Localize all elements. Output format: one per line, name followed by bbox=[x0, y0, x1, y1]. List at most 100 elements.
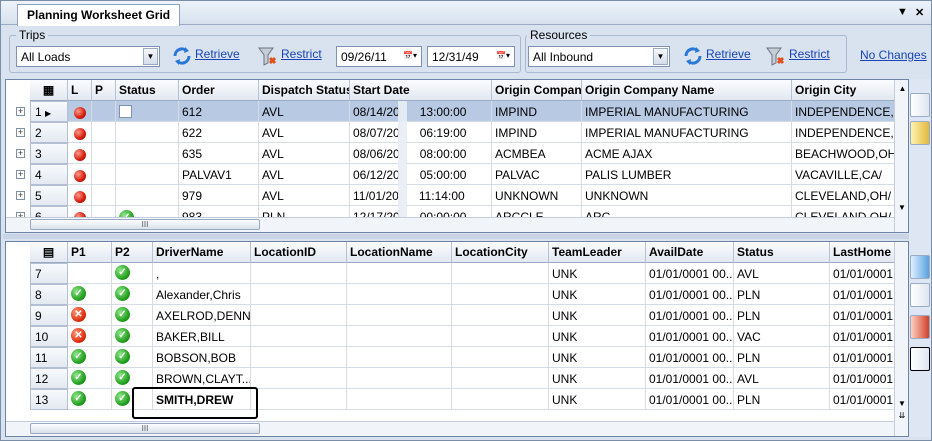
row-header[interactable]: 8 bbox=[30, 284, 68, 305]
table-cell[interactable] bbox=[452, 389, 549, 410]
table-cell[interactable] bbox=[251, 263, 347, 284]
table-cell[interactable]: ✓ bbox=[112, 347, 153, 368]
loads-select[interactable]: All Loads ▼ bbox=[16, 46, 160, 67]
table-cell[interactable]: 01/01/0001 bbox=[830, 389, 896, 410]
table-cell[interactable] bbox=[92, 185, 116, 206]
drivers-horizontal-scrollbar[interactable]: III bbox=[6, 421, 894, 436]
folder-icon[interactable] bbox=[910, 121, 930, 145]
table-cell[interactable]: , bbox=[153, 263, 251, 284]
table-cell[interactable] bbox=[92, 122, 116, 143]
table-cell[interactable]: CLEVELAND,OH/ bbox=[792, 185, 896, 206]
table-cell[interactable]: 01/01/0001 00... bbox=[646, 326, 734, 347]
table-cell[interactable]: AVL bbox=[259, 164, 350, 185]
table-cell[interactable]: PALIS LUMBER bbox=[582, 164, 792, 185]
table-cell[interactable]: AVL bbox=[259, 101, 350, 122]
table-cell[interactable]: 01/01/0001 bbox=[830, 347, 896, 368]
table-cell[interactable]: PLN bbox=[734, 284, 830, 305]
header-p[interactable]: P bbox=[92, 80, 116, 101]
row-header[interactable]: 13 bbox=[30, 389, 68, 410]
table-cell[interactable] bbox=[251, 326, 347, 347]
table-cell[interactable]: 01/01/0001 00... bbox=[646, 368, 734, 389]
table-cell[interactable] bbox=[116, 101, 179, 122]
table-cell[interactable]: INDEPENDENCE,O bbox=[792, 101, 896, 122]
table-cell[interactable]: 01/01/0001 bbox=[830, 305, 896, 326]
end-date-field[interactable]: 12/31/49 📅▾ bbox=[427, 46, 515, 67]
no-changes-link[interactable]: No Changes bbox=[860, 48, 927, 62]
retrieve-icon[interactable] bbox=[171, 45, 193, 67]
table-cell[interactable]: 01/01/0001 00... bbox=[646, 305, 734, 326]
row-header[interactable]: 10 bbox=[30, 326, 68, 347]
header-location-name[interactable]: LocationName bbox=[347, 242, 452, 263]
table-cell[interactable] bbox=[116, 164, 179, 185]
trailer-icon[interactable] bbox=[910, 347, 930, 371]
table-cell[interactable]: AVL bbox=[259, 185, 350, 206]
header-origin-company-name[interactable]: Origin Company Name bbox=[582, 80, 792, 101]
table-cell[interactable] bbox=[347, 263, 452, 284]
table-cell[interactable]: BROWN,CLAYT... bbox=[153, 368, 251, 389]
table-cell[interactable]: 01/01/0001 bbox=[830, 263, 896, 284]
table-cell[interactable]: UNKNOWN bbox=[582, 185, 792, 206]
table-cell[interactable]: PLN bbox=[734, 347, 830, 368]
table-cell[interactable]: IMPERIAL MANUFACTURING bbox=[582, 101, 792, 122]
row-header[interactable]: 3 bbox=[30, 143, 68, 164]
table-cell[interactable]: ✓ bbox=[68, 368, 112, 389]
resources-select[interactable]: All Inbound ▼ bbox=[528, 46, 670, 67]
retrieve-icon[interactable] bbox=[682, 45, 704, 67]
row-header[interactable]: 2 bbox=[30, 122, 68, 143]
header-p1[interactable]: P1 bbox=[68, 242, 112, 263]
resources-retrieve-link[interactable]: Retrieve bbox=[706, 47, 751, 61]
table-cell[interactable] bbox=[92, 164, 116, 185]
table-cell[interactable]: VACAVILLE,CA/ bbox=[792, 164, 896, 185]
table-cell[interactable] bbox=[452, 305, 549, 326]
table-cell[interactable] bbox=[452, 326, 549, 347]
table-cell[interactable] bbox=[116, 185, 179, 206]
table-cell[interactable]: 01/01/0001 00... bbox=[646, 389, 734, 410]
table-cell[interactable]: ✓ bbox=[112, 263, 153, 284]
table-cell[interactable] bbox=[251, 284, 347, 305]
table-cell[interactable]: UNKNOWN bbox=[492, 185, 582, 206]
table-cell[interactable]: BOBSON,BOB bbox=[153, 347, 251, 368]
table-cell[interactable] bbox=[347, 347, 452, 368]
table-cell[interactable]: ✓ bbox=[112, 284, 153, 305]
table-cell[interactable] bbox=[251, 305, 347, 326]
table-cell[interactable] bbox=[92, 143, 116, 164]
table-cell[interactable]: 979 bbox=[179, 185, 259, 206]
table-cell[interactable]: PALVAV1 bbox=[179, 164, 259, 185]
table-cell[interactable]: PLN bbox=[734, 305, 830, 326]
grid-settings-icon[interactable]: ▤ bbox=[30, 242, 68, 263]
table-cell[interactable]: 01/01/0001 00... bbox=[646, 284, 734, 305]
table-cell[interactable]: BAKER,BILL bbox=[153, 326, 251, 347]
calendar-icon[interactable]: 📅▾ bbox=[493, 48, 513, 65]
table-cell[interactable]: 08/07/20 06:19:00 bbox=[350, 122, 492, 143]
expand-icon[interactable]: + bbox=[16, 170, 25, 179]
table-cell[interactable]: 01/01/0001 00... bbox=[646, 263, 734, 284]
table-cell[interactable] bbox=[452, 284, 549, 305]
row-header[interactable]: 1 ▶ bbox=[30, 101, 68, 122]
expand-icon[interactable]: + bbox=[16, 191, 25, 200]
table-cell[interactable]: 635 bbox=[179, 143, 259, 164]
table-cell[interactable] bbox=[116, 122, 179, 143]
row-header[interactable]: 5 bbox=[30, 185, 68, 206]
grid-settings-icon[interactable]: ▦ bbox=[30, 80, 68, 101]
expand-icon[interactable]: + bbox=[16, 149, 25, 158]
trips-vertical-scrollbar[interactable]: ▲ ▼ bbox=[894, 80, 908, 232]
resources-restrict-link[interactable]: Restrict bbox=[789, 47, 830, 61]
trips-horizontal-scrollbar[interactable]: III bbox=[6, 217, 894, 232]
header-order[interactable]: Order bbox=[179, 80, 259, 101]
document-icon[interactable] bbox=[910, 93, 930, 117]
row-header[interactable]: 7 bbox=[30, 263, 68, 284]
row-header[interactable]: 11 bbox=[30, 347, 68, 368]
table-cell[interactable] bbox=[347, 305, 452, 326]
header-avail-date[interactable]: AvailDate bbox=[646, 242, 734, 263]
header-status[interactable]: Status bbox=[116, 80, 179, 101]
table-cell[interactable]: AVL bbox=[259, 122, 350, 143]
expand-icon[interactable]: + bbox=[16, 128, 25, 137]
table-cell[interactable]: ✕ bbox=[68, 305, 112, 326]
trips-restrict-link[interactable]: Restrict bbox=[281, 47, 322, 61]
table-cell[interactable] bbox=[68, 101, 92, 122]
header-status[interactable]: Status bbox=[734, 242, 830, 263]
resource-assign-icon[interactable] bbox=[910, 255, 930, 279]
table-cell[interactable] bbox=[452, 263, 549, 284]
table-cell[interactable] bbox=[251, 389, 347, 410]
table-cell[interactable]: 01/01/0001 00... bbox=[646, 347, 734, 368]
